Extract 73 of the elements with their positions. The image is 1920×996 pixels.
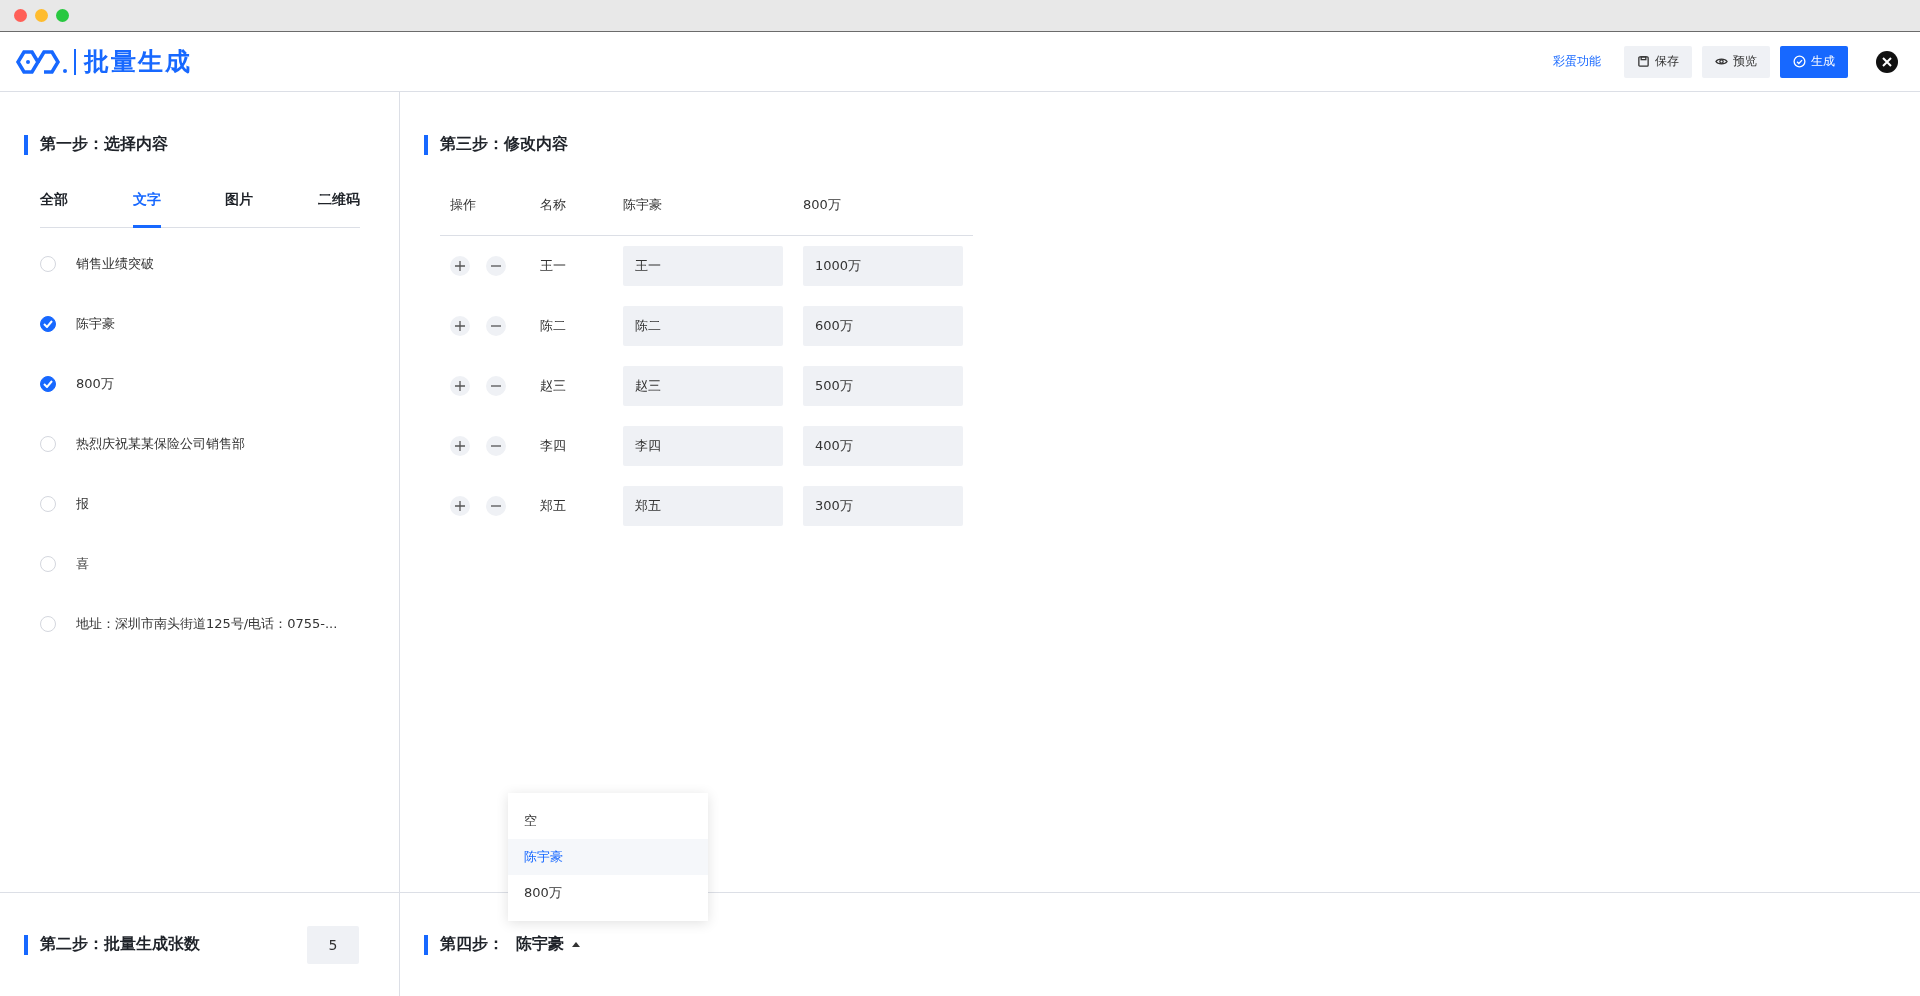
- filter-tab[interactable]: 二维码: [317, 191, 360, 228]
- section-title: 第二步：批量生成张数: [40, 934, 200, 955]
- checkmark-icon: [43, 380, 53, 388]
- input-field[interactable]: 王一: [623, 246, 783, 286]
- add-button[interactable]: [450, 256, 470, 276]
- save-icon: [1637, 55, 1650, 68]
- dropdown-option[interactable]: 800万: [508, 875, 708, 911]
- input-field[interactable]: 李四: [623, 426, 783, 466]
- row-name: 李四: [540, 437, 567, 455]
- toolbar-button[interactable]: 预览: [1702, 45, 1770, 78]
- remove-button[interactable]: [486, 316, 506, 336]
- section-title: 第三步：修改内容: [440, 134, 568, 155]
- content-label: 热烈庆祝某某保险公司销售部: [76, 435, 245, 453]
- plus-icon: [455, 381, 465, 391]
- logo-icon: [14, 48, 68, 75]
- add-button[interactable]: [450, 316, 470, 336]
- feature-link[interactable]: 彩蛋功能: [1540, 45, 1614, 78]
- filter-tab[interactable]: 全部: [40, 191, 68, 228]
- dropdown-option[interactable]: 空: [508, 803, 708, 839]
- row-name: 陈二: [540, 317, 567, 335]
- plus-icon: [455, 501, 465, 511]
- content-label: 地址：深圳市南头街道125号/电话：0755-...: [76, 615, 338, 633]
- input-field[interactable]: 赵三: [623, 366, 783, 406]
- zoom-window-dot[interactable]: [56, 9, 69, 22]
- dropdown-option[interactable]: 陈宇豪: [508, 839, 708, 875]
- check-circle-icon: [1793, 55, 1806, 68]
- add-button[interactable]: [450, 376, 470, 396]
- input-field[interactable]: 400万: [803, 426, 963, 466]
- column-header: 名称: [540, 196, 567, 214]
- input-field[interactable]: 600万: [803, 306, 963, 346]
- count-field[interactable]: 5: [307, 925, 359, 964]
- plus-icon: [455, 321, 465, 331]
- add-button[interactable]: [450, 436, 470, 456]
- close-button[interactable]: [1876, 50, 1898, 73]
- remove-button[interactable]: [486, 496, 506, 516]
- content-label: 喜: [76, 555, 89, 573]
- column-header: 800万: [803, 196, 842, 214]
- input-field[interactable]: 1000万: [803, 246, 963, 286]
- row-name: 王一: [540, 257, 567, 275]
- minimize-window-dot[interactable]: [35, 9, 48, 22]
- value-select[interactable]: 陈宇豪: [516, 934, 580, 955]
- filter-tab[interactable]: 文字: [132, 191, 161, 228]
- eye-icon: [1715, 55, 1728, 68]
- filter-tab[interactable]: 图片: [225, 191, 254, 228]
- remove-button[interactable]: [486, 256, 506, 276]
- app-title: 批量生成: [74, 48, 192, 75]
- plus-icon: [455, 441, 465, 451]
- content-label: 销售业绩突破: [76, 255, 154, 273]
- caret-icon: [572, 942, 580, 947]
- generate-button[interactable]: 生成: [1780, 45, 1848, 78]
- column-header: 操作: [450, 196, 477, 214]
- section-title: 第一步：选择内容: [40, 134, 168, 155]
- input-field[interactable]: 陈二: [623, 306, 783, 346]
- round-checkbox[interactable]: [40, 316, 56, 332]
- remove-button[interactable]: [486, 376, 506, 396]
- add-button[interactable]: [450, 496, 470, 516]
- checkmark-icon: [43, 320, 53, 328]
- content-label: 陈宇豪: [76, 315, 115, 333]
- content-label: 报: [76, 495, 89, 513]
- input-field[interactable]: 300万: [803, 486, 963, 526]
- section-title: 第四步：: [440, 934, 504, 955]
- plus-icon: [455, 261, 465, 271]
- content-label: 800万: [76, 375, 114, 393]
- row-name: 赵三: [540, 377, 567, 395]
- remove-button[interactable]: [486, 436, 506, 456]
- toolbar-button[interactable]: 保存: [1624, 45, 1692, 78]
- close-window-dot[interactable]: [14, 9, 27, 22]
- input-field[interactable]: 郑五: [623, 486, 783, 526]
- input-field[interactable]: 500万: [803, 366, 963, 406]
- round-checkbox[interactable]: [40, 376, 56, 392]
- close-icon: [1882, 56, 1892, 67]
- row-name: 郑五: [540, 497, 567, 515]
- column-header: 陈宇豪: [623, 196, 663, 214]
